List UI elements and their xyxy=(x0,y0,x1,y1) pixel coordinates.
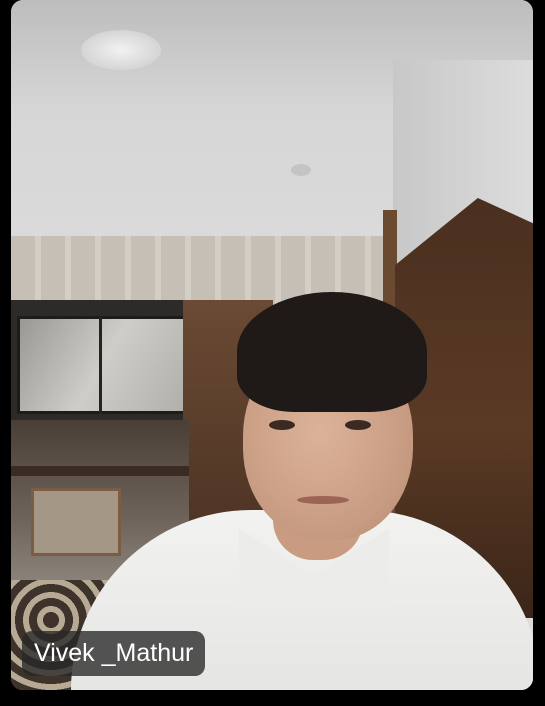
participant-name-label: Vivek _Mathur xyxy=(22,631,206,676)
pin-board xyxy=(31,488,121,556)
shelf-board xyxy=(11,466,189,476)
ceiling-fan xyxy=(81,30,161,70)
cabinet-divider xyxy=(99,316,102,414)
ceiling-fixture xyxy=(291,164,311,176)
participant-right-eye xyxy=(345,420,371,430)
cabinet-glass xyxy=(17,316,187,414)
participant-mouth xyxy=(297,496,349,504)
participant-left-eye xyxy=(269,420,295,430)
participant-hair xyxy=(237,292,427,412)
video-tile[interactable] xyxy=(11,0,533,690)
